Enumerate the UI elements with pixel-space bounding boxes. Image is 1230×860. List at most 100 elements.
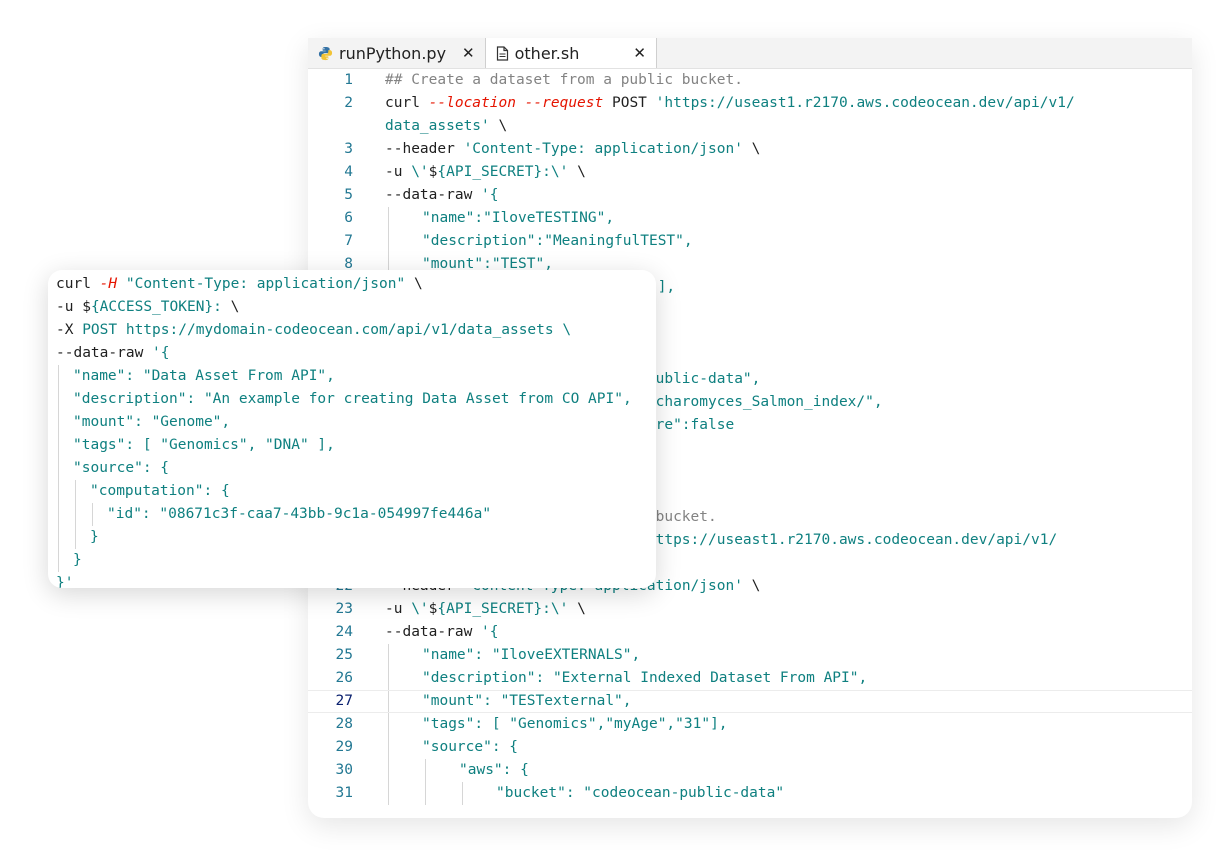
code-text: -u \'${API_SECRET}:\' \ <box>385 598 586 621</box>
code-token: {ACCESS_TOKEN} <box>90 299 214 315</box>
code-token: } <box>90 529 99 545</box>
line-number: 30 <box>335 762 353 778</box>
code-token: POST https://mydomain-codeocean.com/api/… <box>82 322 572 338</box>
code-token: \' <box>411 601 429 617</box>
code-token: "name": "Data Asset From API", <box>73 368 335 384</box>
code-line[interactable]: 30 "aws": { <box>308 759 1192 782</box>
code-token: "mount": "TESTexternal", <box>422 693 632 709</box>
code-token: --header <box>385 141 464 157</box>
code-line: "description": "An example for creating … <box>48 388 656 411</box>
line-number: 27 <box>335 693 353 709</box>
code-text: --data-raw '{ <box>56 342 170 365</box>
code-line[interactable]: 23 -u \'${API_SECRET}:\' \ <box>308 598 1192 621</box>
code-line[interactable]: 6 "name":"IloveTESTING", <box>308 207 1192 230</box>
code-token: '{ <box>152 345 170 361</box>
indent-guide <box>58 434 59 457</box>
code-line: curl -H "Content-Type: application/json"… <box>48 273 656 296</box>
code-token: ## Create a dataset from a public bucket… <box>385 72 743 88</box>
indent-guide <box>388 713 389 736</box>
tab-runpython[interactable]: runPython.py ✕ <box>308 38 486 68</box>
tab-other-sh[interactable]: other.sh ✕ <box>485 38 657 68</box>
file-icon <box>496 45 509 61</box>
code-token: \ <box>568 164 586 180</box>
code-token: \' <box>411 164 429 180</box>
code-line[interactable]: 31 "bucket": "codeocean-public-data" <box>308 782 1192 805</box>
code-token: -u <box>385 164 412 180</box>
indent-guide <box>462 782 463 805</box>
line-number: 23 <box>335 601 353 617</box>
code-line[interactable]: 3 --header 'Content-Type: application/jso… <box>308 138 1192 161</box>
code-line[interactable]: 1 ## Create a dataset from a public bucke… <box>308 69 1192 92</box>
code-token: -u <box>385 601 412 617</box>
code-line[interactable]: 5 --data-raw '{ <box>308 184 1192 207</box>
code-text: "id": "08671c3f-caa7-43bb-9c1a-054997fe4… <box>107 503 491 526</box>
code-line[interactable]: 2 curl --location --request POST 'https:/… <box>308 92 1192 115</box>
code-token: \ <box>742 141 761 157</box>
code-text: "mount": "Genome", <box>73 411 230 434</box>
code-line[interactable]: 26 "description": "External Indexed Datas… <box>308 667 1192 690</box>
code-token: "source": { <box>73 460 170 476</box>
code-text: "source": { <box>73 457 169 480</box>
indent-guide <box>58 457 59 480</box>
python-icon <box>318 46 333 61</box>
indent-guide <box>58 526 59 549</box>
code-token: $ <box>82 299 91 315</box>
code-text: "tags": [ "Genomics","myAge","31"], <box>422 713 728 736</box>
indent-guide <box>75 503 76 526</box>
code-token: \ <box>221 299 240 315</box>
line-number: 3 <box>344 141 353 157</box>
code-text: --header 'Content-Type: application/json… <box>385 138 760 161</box>
code-line: "mount": "Genome", <box>48 411 656 434</box>
code-line[interactable]: 7 "description":"MeaningfulTEST", <box>308 230 1192 253</box>
code-line[interactable]: 27 "mount": "TESTexternal", <box>308 690 1192 713</box>
indent-guide <box>388 736 389 759</box>
line-number: 4 <box>344 164 353 180</box>
code-text: --data-raw '{ <box>385 621 499 644</box>
code-line[interactable]: 4 -u \'${API_SECRET}:\' \ <box>308 161 1192 184</box>
indent-guide <box>75 526 76 549</box>
code-text: -X POST https://mydomain-codeocean.com/a… <box>56 319 571 342</box>
code-line: "tags": [ "Genomics", "DNA" ], <box>48 434 656 457</box>
code-text: "description": "An example for creating … <box>73 388 632 411</box>
code-text: "computation": { <box>90 480 230 503</box>
code-text: "tags": [ "Genomics", "DNA" ], <box>73 434 335 457</box>
code-text: --data-raw '{ <box>385 184 499 207</box>
code-line: } <box>48 549 656 572</box>
code-token: --data-raw <box>385 187 482 203</box>
tab-bar-empty-area <box>657 38 1192 68</box>
code-token: "description": "An example for creating … <box>73 391 632 407</box>
code-token: POST <box>603 95 656 111</box>
code-line[interactable]: 25 "name": "IloveEXTERNALS", <box>308 644 1192 667</box>
code-token: -u <box>56 299 83 315</box>
code-line: "computation": { <box>48 480 656 503</box>
tab-bar: runPython.py ✕ other.sh ✕ <box>308 38 1192 69</box>
code-text: -u \'${API_SECRET}:\' \ <box>385 161 586 184</box>
code-text: "description":"MeaningfulTEST", <box>422 230 693 253</box>
code-token: -X <box>56 322 83 338</box>
indent-guide <box>388 230 389 253</box>
api-snippet-card: curl -H "Content-Type: application/json"… <box>48 270 656 588</box>
code-token: --data-raw <box>56 345 153 361</box>
code-line[interactable]: 28 "tags": [ "Genomics","myAge","31"], <box>308 713 1192 736</box>
code-token: --location --request <box>428 95 604 111</box>
indent-guide <box>58 365 59 388</box>
code-text: "name": "IloveEXTERNALS", <box>422 644 640 667</box>
code-token: "tags": [ "Genomics", "DNA" ], <box>73 437 335 453</box>
indent-guide <box>92 503 93 526</box>
code-line[interactable]: data_assets' \ <box>308 115 1192 138</box>
code-line: }' <box>48 572 656 588</box>
code-token: "bucket": "codeocean-public-data" <box>496 785 785 801</box>
code-token: "Content-Type: application/json" <box>125 276 406 292</box>
indent-guide <box>58 388 59 411</box>
indent-guide <box>388 207 389 230</box>
close-icon[interactable]: ✕ <box>633 44 646 62</box>
code-line[interactable]: 24 --data-raw '{ <box>308 621 1192 644</box>
code-token: "mount": "Genome", <box>73 414 231 430</box>
code-text: curl -H "Content-Type: application/json"… <box>56 273 423 296</box>
code-text: "aws": { <box>459 759 529 782</box>
close-icon[interactable]: ✕ <box>462 44 475 62</box>
code-text: }' <box>56 572 73 588</box>
code-line[interactable]: 29 "source": { <box>308 736 1192 759</box>
code-token: }' <box>56 575 74 588</box>
code-token: : <box>213 299 222 315</box>
